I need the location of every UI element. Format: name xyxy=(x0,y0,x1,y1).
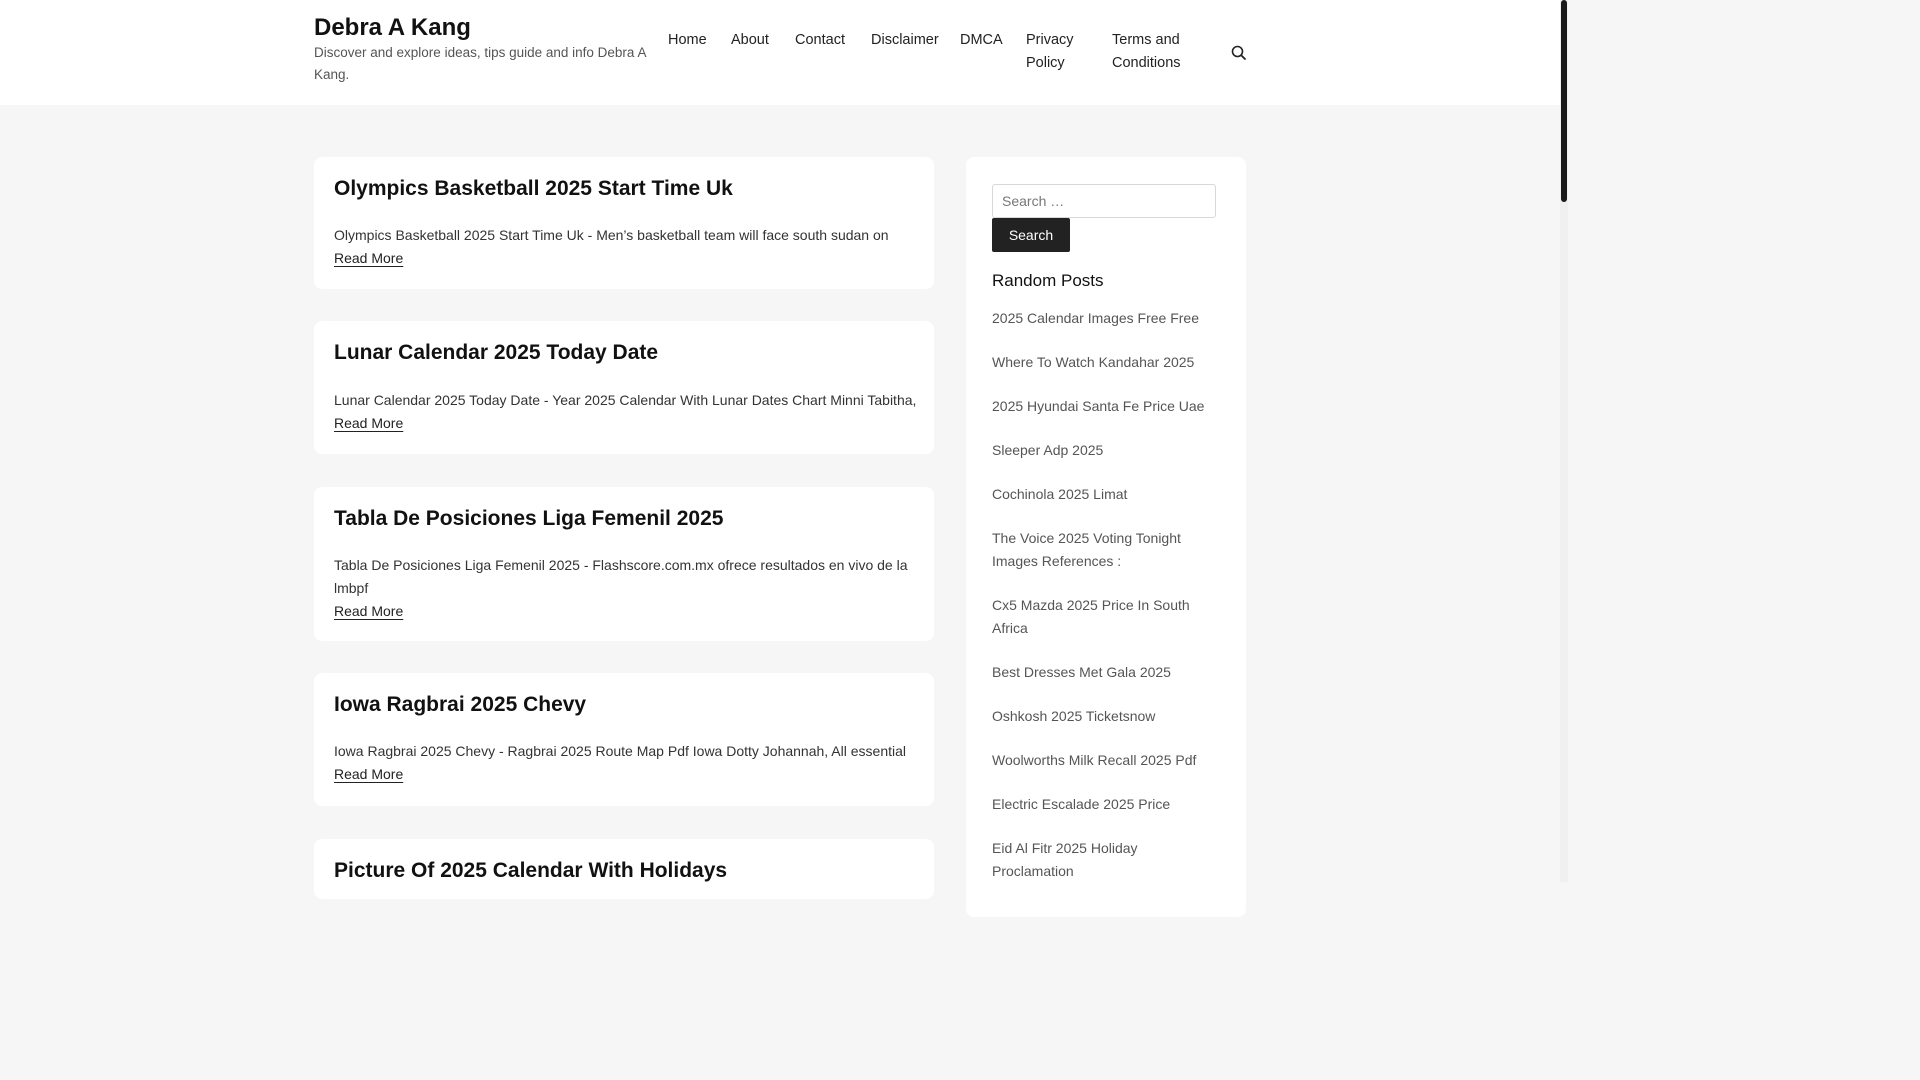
post-card: Picture Of 2025 Calendar With Holidays xyxy=(314,839,934,899)
post-excerpt: Iowa Ragbrai 2025 Chevy - Ragbrai 2025 R… xyxy=(334,740,919,786)
random-post-link[interactable]: Woolworths Milk Recall 2025 Pdf xyxy=(992,749,1222,772)
random-post-link[interactable]: Sleeper Adp 2025 xyxy=(992,439,1222,462)
post-title[interactable]: Iowa Ragbrai 2025 Chevy xyxy=(334,693,586,717)
search-input[interactable] xyxy=(992,184,1216,218)
read-more-link[interactable]: Read More xyxy=(334,600,403,623)
read-more-link[interactable]: Read More xyxy=(334,412,403,435)
nav-item-dmca[interactable]: DMCA xyxy=(960,29,1003,52)
site-title[interactable]: Debra A Kang xyxy=(314,14,471,42)
post-card: Lunar Calendar 2025 Today Date Lunar Cal… xyxy=(314,321,934,454)
post-excerpt-text: Lunar Calendar 2025 Today Date - Year 20… xyxy=(334,392,917,408)
post-title[interactable]: Picture Of 2025 Calendar With Holidays xyxy=(334,859,727,883)
scrollbar-thumb[interactable] xyxy=(1561,0,1567,202)
random-post-link[interactable]: Electric Escalade 2025 Price xyxy=(992,793,1222,816)
random-post-link[interactable]: Best Dresses Met Gala 2025 xyxy=(992,661,1222,684)
post-excerpt: Olympics Basketball 2025 Start Time Uk -… xyxy=(334,224,919,270)
random-post-link[interactable]: Eid Al Fitr 2025 Holiday Proclamation xyxy=(992,837,1222,883)
random-posts-heading: Random Posts xyxy=(992,271,1104,290)
random-post-link[interactable]: 2025 Hyundai Santa Fe Price Uae xyxy=(992,395,1222,418)
nav-item-privacy-policy[interactable]: Privacy Policy xyxy=(1026,29,1096,75)
random-post-link[interactable]: Where To Watch Kandahar 2025 xyxy=(992,351,1222,374)
sidebar: Search Random Posts 2025 Calendar Images… xyxy=(966,157,1246,917)
random-post-link[interactable]: Oshkosh 2025 Ticketsnow xyxy=(992,705,1222,728)
nav-item-terms-and-conditions[interactable]: Terms and Conditions xyxy=(1112,29,1192,75)
search-icon[interactable] xyxy=(1230,44,1248,62)
nav-item-home[interactable]: Home xyxy=(668,29,707,52)
random-post-link[interactable]: Cochinola 2025 Limat xyxy=(992,483,1222,506)
post-title[interactable]: Olympics Basketball 2025 Start Time Uk xyxy=(334,177,733,201)
search-button[interactable]: Search xyxy=(992,218,1070,252)
read-more-link[interactable]: Read More xyxy=(334,247,403,270)
site-description: Discover and explore ideas, tips guide a… xyxy=(314,45,646,82)
post-card: Iowa Ragbrai 2025 Chevy Iowa Ragbrai 202… xyxy=(314,673,934,806)
post-title[interactable]: Tabla De Posiciones Liga Femenil 2025 xyxy=(334,507,723,531)
post-excerpt: Lunar Calendar 2025 Today Date - Year 20… xyxy=(334,389,919,435)
nav-item-disclaimer[interactable]: Disclaimer xyxy=(871,29,939,52)
post-title[interactable]: Lunar Calendar 2025 Today Date xyxy=(334,341,658,365)
random-post-link[interactable]: The Voice 2025 Voting Tonight Images Ref… xyxy=(992,527,1222,573)
read-more-link[interactable]: Read More xyxy=(334,763,403,786)
site-header: Debra A Kang Discover and explore ideas,… xyxy=(0,0,1560,105)
nav-item-about[interactable]: About xyxy=(731,29,769,52)
post-excerpt-text: Iowa Ragbrai 2025 Chevy - Ragbrai 2025 R… xyxy=(334,743,907,759)
random-post-link[interactable]: 2025 Calendar Images Free Free xyxy=(992,307,1222,330)
nav-item-contact[interactable]: Contact xyxy=(795,29,845,52)
post-excerpt-text: Tabla De Posiciones Liga Femenil 2025 - … xyxy=(334,557,908,596)
post-card: Tabla De Posiciones Liga Femenil 2025 Ta… xyxy=(314,487,934,641)
post-card: Olympics Basketball 2025 Start Time Uk O… xyxy=(314,157,934,289)
page-scrollbar[interactable] xyxy=(1560,0,1568,882)
post-excerpt-text: Olympics Basketball 2025 Start Time Uk -… xyxy=(334,227,889,243)
post-excerpt: Tabla De Posiciones Liga Femenil 2025 - … xyxy=(334,554,919,623)
random-post-link[interactable]: Cx5 Mazda 2025 Price In South Africa xyxy=(992,594,1222,640)
